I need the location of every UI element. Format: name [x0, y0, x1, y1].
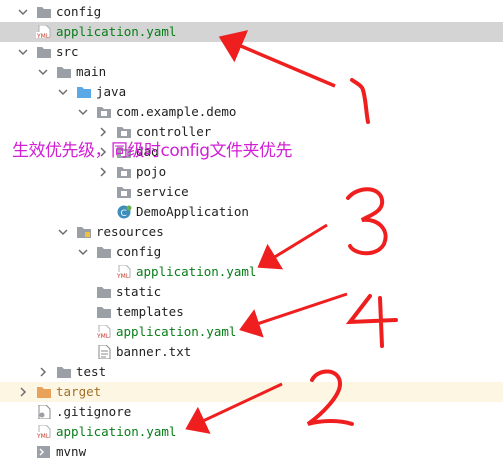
tree-row-mvnw[interactable]: mvnw	[0, 442, 503, 462]
tree-item-label: DemoApplication	[136, 204, 249, 219]
tree-row-test[interactable]: test	[0, 362, 503, 382]
svg-text:C: C	[121, 209, 127, 219]
yaml-file-icon: YML	[116, 264, 132, 280]
chevron-right-icon[interactable]	[36, 364, 50, 380]
yaml-file-icon: YML	[96, 324, 112, 340]
folder-icon	[56, 365, 72, 379]
tree-row-target[interactable]: target	[0, 382, 503, 402]
tree-item-label: config	[116, 244, 162, 259]
folder-icon	[36, 5, 52, 19]
svg-text:YML: YML	[116, 273, 130, 279]
tree-row-gitignore[interactable]: .gitignore	[0, 402, 503, 422]
tree-item-label: src	[56, 44, 79, 59]
tree-item-label: application.yaml	[136, 264, 257, 279]
tree-row-application-yaml-resources[interactable]: YML application.yaml	[0, 322, 503, 342]
tree-row-demo-application[interactable]: C DemoApplication	[0, 202, 503, 222]
chevron-down-icon[interactable]	[56, 224, 70, 240]
tree-row-resources[interactable]: resources	[0, 222, 503, 242]
tree-row-config-top[interactable]: config	[0, 2, 503, 22]
chevron-right-icon[interactable]	[16, 384, 30, 400]
tree-item-label: application.yaml	[56, 24, 177, 39]
tree-item-label: mvnw	[56, 444, 87, 459]
yaml-file-icon: YML	[36, 424, 52, 440]
chevron-down-icon[interactable]	[16, 44, 30, 60]
tree-row-application-yaml-config[interactable]: YML application.yaml	[0, 22, 503, 42]
svg-text:YML: YML	[36, 433, 50, 439]
tree-item-label: application.yaml	[116, 324, 237, 339]
package-icon	[96, 105, 112, 119]
tree-item-label: service	[136, 184, 189, 199]
resources-folder-icon	[76, 225, 92, 239]
tree-item-label: java	[96, 84, 127, 99]
spring-class-icon: C	[116, 205, 132, 219]
chevron-down-icon[interactable]	[36, 64, 50, 80]
tree-row-application-yaml-root[interactable]: YML application.yaml	[0, 422, 503, 442]
tree-row-java[interactable]: java	[0, 82, 503, 102]
tree-item-label: test	[76, 364, 107, 379]
tree-item-label: resources	[96, 224, 164, 239]
tree-item-label: application.yaml	[56, 424, 177, 439]
tree-row-src[interactable]: src	[0, 42, 503, 62]
tree-item-label: target	[56, 384, 102, 399]
tree-row-pojo[interactable]: pojo	[0, 162, 503, 182]
text-file-icon	[96, 344, 112, 360]
tree-item-label: static	[116, 284, 162, 299]
folder-icon	[96, 245, 112, 259]
tree-row-service[interactable]: service	[0, 182, 503, 202]
tree-row-package[interactable]: com.example.demo	[0, 102, 503, 122]
tree-row-main[interactable]: main	[0, 62, 503, 82]
chevron-down-icon[interactable]	[56, 84, 70, 100]
tree-row-banner[interactable]: banner.txt	[0, 342, 503, 362]
yaml-file-icon: YML	[36, 24, 52, 40]
tree-item-label: banner.txt	[116, 344, 192, 359]
chevron-down-icon[interactable]	[76, 244, 90, 260]
folder-icon	[36, 45, 52, 59]
tree-item-label: templates	[116, 304, 184, 319]
source-folder-icon	[76, 85, 92, 99]
folder-icon	[56, 65, 72, 79]
package-icon	[116, 165, 132, 179]
excluded-folder-icon	[36, 385, 52, 399]
tree-row-templates[interactable]: templates	[0, 302, 503, 322]
chevron-right-icon[interactable]	[96, 164, 110, 180]
tree-item-label: config	[56, 4, 102, 19]
package-icon	[116, 185, 132, 199]
tree-row-resources-config[interactable]: config	[0, 242, 503, 262]
script-file-icon	[36, 445, 52, 459]
tree-item-label: com.example.demo	[116, 104, 237, 119]
svg-text:YML: YML	[36, 33, 50, 39]
tree-item-label: pojo	[136, 164, 167, 179]
tree-item-label: .gitignore	[56, 404, 132, 419]
priority-caption: 生效优先级，同级时config文件夹优先	[12, 141, 293, 161]
svg-text:YML: YML	[96, 333, 110, 339]
chevron-down-icon[interactable]	[16, 4, 30, 20]
tree-row-static[interactable]: static	[0, 282, 503, 302]
gitignore-file-icon	[36, 404, 52, 420]
tree-row-application-yaml-resources-config[interactable]: YML application.yaml	[0, 262, 503, 282]
chevron-down-icon[interactable]	[76, 104, 90, 120]
folder-icon	[96, 305, 112, 319]
tree-item-label: main	[76, 64, 107, 79]
folder-icon	[96, 285, 112, 299]
